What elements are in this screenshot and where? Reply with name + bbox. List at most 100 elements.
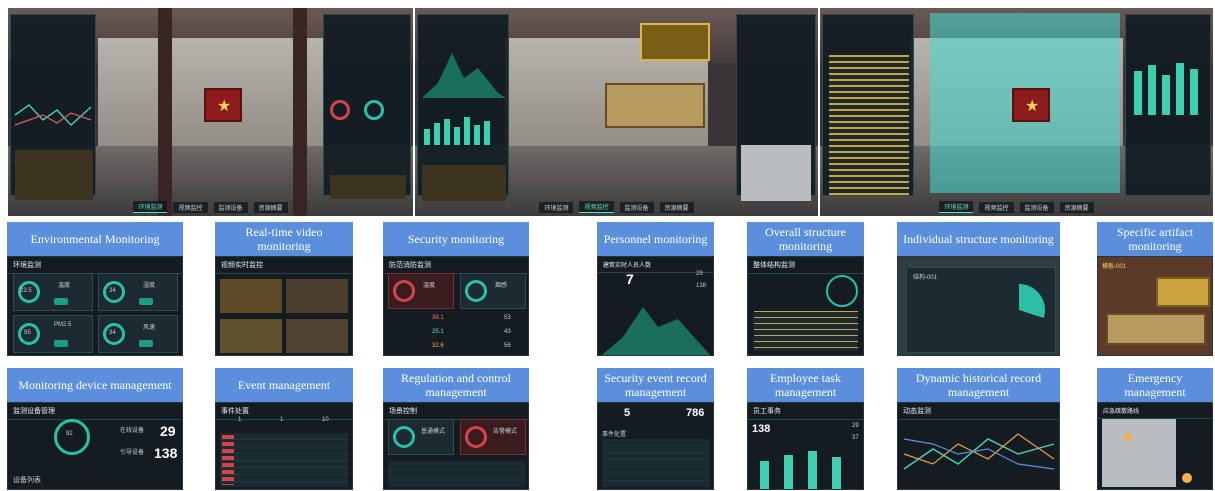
security-panel: 防范消防监测 温度 烟感 38.1 53 25.1 43 32.6 56: [383, 256, 529, 356]
nav-resource[interactable]: 资源摘要: [253, 201, 288, 213]
task-panel: 员工事务 138 29 37: [747, 402, 864, 490]
smoke-label: 烟感: [495, 283, 508, 289]
device-panel: 监测设备管理 92 在线设备 29 引导设备 138 设备列表: [7, 402, 183, 490]
tile-individual-structure: Individual structure monitoring 结构-001: [897, 222, 1060, 356]
panel-title: 动态监测: [898, 403, 1059, 420]
pm-value: 95: [24, 330, 31, 336]
people-count: 7: [626, 271, 634, 287]
nav-video[interactable]: 视频监控: [173, 201, 208, 213]
wind-card: 34 风速: [98, 315, 178, 353]
panel-title: 应急疏散路线: [1098, 403, 1212, 419]
nav-video[interactable]: 视频监控: [579, 201, 614, 213]
scene-nav: 环境监测 视频监控 监测设备 资源摘要: [505, 200, 728, 214]
nav-env[interactable]: 环境监测: [133, 201, 168, 213]
online-count: 29: [160, 423, 176, 439]
structure-card: 结构-001: [906, 267, 1056, 353]
bar-chart: [1134, 63, 1198, 115]
nav-env[interactable]: 环境监测: [539, 201, 574, 213]
tile-video-monitoring: Real-time video monitoring 视频实时监控: [215, 222, 355, 356]
structure-id: 结构-001: [913, 275, 938, 281]
hum-label: 湿度: [143, 283, 156, 289]
task-total: 138: [752, 423, 771, 435]
nav-video[interactable]: 视频监控: [979, 201, 1014, 213]
nav-device[interactable]: 监测设备: [213, 201, 248, 213]
task-count-c: 37: [852, 435, 859, 441]
tile-personnel-monitoring: Personnel monitoring 建筑实时人员人数 7 29 138: [597, 222, 714, 356]
event-count-a: 1: [238, 417, 242, 423]
panel-title: 整体结构监测: [748, 257, 863, 274]
alarm-mode-label: 告警模式: [493, 429, 518, 435]
tile-event-management: Event management 事件处置 1 1 10: [215, 368, 355, 490]
artifact-board: [640, 23, 710, 61]
record-count-a: 5: [624, 407, 631, 419]
panel-title: 员工事务: [748, 403, 863, 420]
caption: Security event record management: [597, 368, 714, 402]
artifact-panel: 横板-001: [1097, 256, 1213, 356]
tile-security-monitoring: Security monitoring 防范消防监测 温度 烟感 38.1 53…: [383, 222, 529, 356]
wind-label: 风速: [143, 325, 156, 331]
device-list-title: 设备列表: [13, 477, 41, 484]
tile-regulation-control: Regulation and control management 场景控制 普…: [383, 368, 529, 490]
caption: Real-time video monitoring: [215, 222, 353, 256]
offline-count: 138: [154, 445, 178, 461]
tile-emergency: Emergency management 应急疏散路线: [1097, 368, 1213, 490]
right-panel: [323, 14, 411, 199]
wind-value: 34: [109, 330, 116, 336]
pm-label: PM2.5: [54, 322, 72, 328]
tile-environmental-monitoring: Environmental Monitoring 环境监测 23.5 温度 34…: [7, 222, 183, 356]
hum-value: 34: [109, 288, 116, 294]
caption: Employee task management: [747, 368, 864, 402]
panel-title: 防范消防监测: [384, 257, 528, 274]
record-table-title: 事件处置: [602, 432, 627, 438]
individual-panel: 结构-001: [897, 256, 1060, 356]
nav-env[interactable]: 环境监测: [939, 201, 974, 213]
right-panel: [736, 14, 816, 201]
reading-3: 25.1: [432, 329, 444, 335]
normal-mode-card[interactable]: 普通模式: [388, 419, 454, 455]
artifact-id: 横板-001: [1102, 264, 1127, 270]
alarm-mode-card[interactable]: 告警模式: [460, 419, 526, 455]
nav-resource[interactable]: 资源摘要: [1059, 201, 1094, 213]
panel-title: 监测设备管理: [8, 403, 182, 420]
event-count-b: 1: [280, 417, 284, 423]
reading-1: 38.1: [432, 315, 444, 321]
record-count-b: 786: [686, 407, 705, 419]
nav-resource[interactable]: 资源摘要: [659, 201, 694, 213]
panel-title: 场景控制: [384, 403, 528, 420]
caption: Personnel monitoring: [597, 222, 714, 256]
reading-5: 32.6: [432, 343, 444, 349]
tile-specific-artifact: Specific artifact monitoring 横板-001: [1097, 222, 1213, 356]
env-panel: 环境监测 23.5 温度 34 湿度 95 PM2.5 34 风速: [7, 256, 183, 356]
scene-nav: 环境监测 视频监控 监测设备 资源摘要: [98, 200, 323, 214]
history-panel: 动态监测: [897, 402, 1060, 490]
event-panel: 事件处置 1 1 10: [215, 402, 353, 490]
reading-4: 43: [504, 329, 511, 335]
reading-2: 53: [504, 315, 511, 321]
tile-overall-structure: Overall structure monitoring 整体结构监测: [747, 222, 864, 356]
smoke-card: 烟感: [460, 273, 526, 309]
emergency-panel: 应急疏散路线: [1097, 402, 1213, 490]
normal-mode-label: 普通模式: [421, 429, 446, 435]
video-panel: 视频实时监控: [215, 256, 353, 356]
tile-dynamic-history: Dynamic historical record management 动态监…: [897, 368, 1060, 490]
pm-card: 95 PM2.5: [13, 315, 93, 353]
left-panel: [10, 14, 96, 200]
temp-card: 23.5 温度: [13, 273, 93, 311]
star-icon: ★: [217, 98, 232, 115]
area-chart: [602, 307, 710, 355]
temp-value: 23.5: [20, 288, 32, 294]
temp-label: 温度: [423, 283, 436, 289]
caption: Environmental Monitoring: [7, 222, 183, 256]
scene-screenshot-2: 环境监测 视频监控 监测设备 资源摘要: [415, 8, 818, 216]
count-a: 29: [696, 271, 703, 277]
personnel-panel: 建筑实时人员人数 7 29 138: [597, 256, 714, 356]
nav-device[interactable]: 监测设备: [1019, 201, 1054, 213]
left-panel: [417, 14, 509, 201]
caption: Security monitoring: [383, 222, 529, 256]
scene-screenshot-1: ★ 环境监测 视频监控 监测设备 资源摘要: [8, 8, 413, 216]
panel-title: 视频实时监控: [216, 257, 352, 274]
nav-device[interactable]: 监测设备: [619, 201, 654, 213]
offline-label: 引导设备: [120, 450, 145, 456]
red-flag-panel: ★: [1012, 88, 1050, 122]
pillar: [293, 8, 307, 216]
